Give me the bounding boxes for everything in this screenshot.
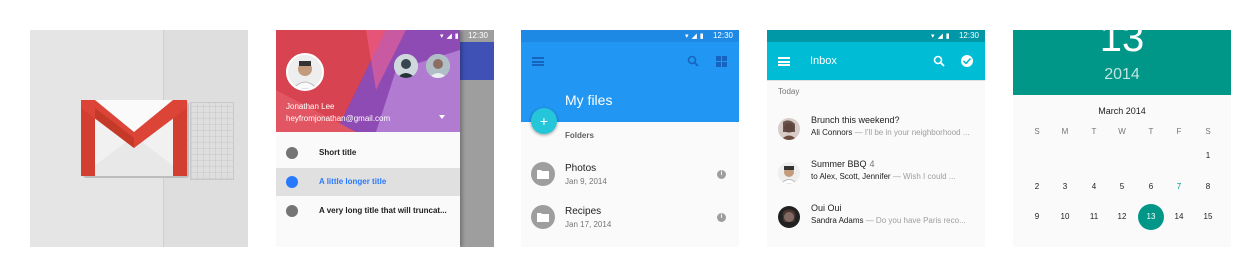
grid-view-icon[interactable] [716, 56, 727, 67]
weekday-label: F [1176, 127, 1182, 136]
day-cell[interactable]: 6 [1141, 177, 1161, 197]
drawer-item-label: Short title [319, 148, 357, 157]
weekday-label: S [1205, 127, 1211, 136]
drawer-item-selected[interactable]: A little longer title [276, 168, 460, 196]
page-title: Inbox [810, 55, 837, 67]
day-cell-selected[interactable]: 13 [1138, 204, 1164, 230]
day-cell[interactable]: 9 [1027, 207, 1047, 227]
date-picker-header: 13 2014 [1013, 30, 1231, 95]
status-bar: ▾◢▮ 12:30 [767, 30, 985, 42]
navigation-drawer-panel: ▾◢▮ 12:30 Jonathan Lee heyfromjonathan@g… [276, 30, 494, 247]
status-time: 12:30 [958, 31, 979, 40]
folder-icon [531, 205, 555, 229]
check-icon[interactable] [961, 55, 973, 67]
divider [767, 80, 985, 81]
day-cell[interactable]: 12 [1112, 207, 1132, 227]
page-title: My files [565, 92, 613, 108]
message-subject: Oui Oui [811, 203, 842, 213]
day-cell[interactable]: 7 [1169, 177, 1189, 197]
day-cell[interactable]: 1 [1198, 146, 1218, 166]
weekday-label: S [1034, 127, 1040, 136]
avatar [778, 206, 800, 228]
drawer-item-label: A little longer title [319, 177, 387, 186]
weekday-label: M [1061, 127, 1069, 136]
day-cell[interactable]: 11 [1084, 207, 1104, 227]
day-cell[interactable]: 14 [1169, 207, 1189, 227]
date-picker-panel: 13 2014 March 2014 S M T W T F S 1 2 3 4 5 6 7 8 9 10 11 1… [1013, 30, 1231, 247]
app-bar: Inbox [767, 42, 985, 80]
day-cell[interactable]: 2 [1027, 177, 1047, 197]
search-icon[interactable] [933, 55, 945, 67]
selected-year[interactable]: 2014 [1013, 66, 1231, 84]
status-time: 12:30 [467, 31, 488, 40]
status-icons: ▾◢▮ [930, 32, 953, 40]
day-cell[interactable]: 8 [1198, 177, 1218, 197]
account-dropdown-icon[interactable] [439, 115, 445, 119]
weekday-label: T [1148, 127, 1154, 136]
account-avatar[interactable] [286, 53, 324, 91]
account-switch-avatar[interactable] [394, 54, 418, 78]
section-header: Folders [565, 131, 594, 140]
status-time: 12:30 [712, 31, 733, 40]
circle-icon [286, 147, 298, 159]
message-subject: Brunch this weekend? [811, 115, 900, 125]
selected-day[interactable]: 13 [1013, 30, 1231, 61]
folder-icon [531, 162, 555, 186]
folder-name: Recipes [565, 206, 602, 217]
drawer-item-label: A very long title that will truncat... [319, 206, 447, 215]
drawer-header: Jonathan Lee heyfromjonathan@gmail.com [276, 30, 460, 132]
list-item[interactable]: Oui Oui Sandra Adams — Do you have Paris… [767, 198, 985, 242]
list-item[interactable] [521, 242, 739, 247]
weekday-label: T [1091, 127, 1097, 136]
status-icons: ▾◢▮ [439, 32, 462, 40]
app-bar: ▾◢▮ 12:30 My files [521, 30, 739, 122]
inbox-panel: ▾◢▮ 12:30 Inbox Today Brunch this weeken… [767, 30, 985, 247]
list-item[interactable]: Brunch this weekend? Ali Connors — I'll … [767, 110, 985, 154]
account-email: heyfromjonathan@gmail.com [286, 114, 391, 123]
section-header: Today [778, 87, 800, 96]
gmail-icon [81, 100, 189, 178]
menu-icon[interactable] [532, 57, 544, 66]
message-snippet: Ali Connors — I'll be in your neighborho… [811, 128, 970, 137]
month-label: March 2014 [1098, 106, 1146, 116]
day-cell[interactable]: 15 [1198, 207, 1218, 227]
account-name: Jonathan Lee [286, 102, 335, 111]
list-item[interactable]: Summer BBQ 4 to Alex, Scott, Jennifer — W… [767, 154, 985, 198]
status-bar: ▾◢▮ 12:30 [521, 30, 739, 42]
circle-icon [286, 176, 298, 188]
navigation-drawer: Jonathan Lee heyfromjonathan@gmail.com S… [276, 30, 460, 247]
day-cell[interactable]: 4 [1084, 177, 1104, 197]
circle-icon [286, 205, 298, 217]
list-item[interactable]: Photos Jan 9, 2014 i [521, 156, 739, 196]
files-panel: ▾◢▮ 12:30 My files + Folders Photos Jan … [521, 30, 739, 247]
menu-icon[interactable] [778, 57, 790, 66]
folder-date: Jan 9, 2014 [565, 177, 607, 186]
day-cell[interactable]: 10 [1055, 207, 1075, 227]
gmail-icon-panel [30, 30, 248, 247]
info-icon[interactable]: i [717, 170, 726, 179]
status-icons: ▾◢▮ [684, 32, 707, 40]
account-switch-avatar[interactable] [426, 54, 450, 78]
drawer-item[interactable]: Short title [276, 139, 460, 167]
add-button[interactable]: + [531, 108, 557, 134]
search-icon[interactable] [687, 55, 699, 67]
info-icon[interactable]: i [717, 213, 726, 222]
message-snippet: Sandra Adams — Do you have Paris reco... [811, 216, 966, 225]
app-bar [458, 42, 494, 80]
folder-date: Jan 17, 2014 [565, 220, 612, 229]
day-cell[interactable]: 5 [1112, 177, 1132, 197]
avatar [778, 162, 800, 184]
message-subject: Summer BBQ 4 [811, 159, 875, 169]
drawer-item[interactable]: A very long title that will truncat... [276, 197, 460, 225]
avatar [778, 118, 800, 140]
status-bar: ▾◢▮ 12:30 [276, 30, 494, 42]
list-item[interactable]: Recipes Jan 17, 2014 i [521, 199, 739, 239]
weekday-label: W [1118, 127, 1126, 136]
message-snippet: to Alex, Scott, Jennifer — Wish I could … [811, 172, 956, 181]
day-cell[interactable]: 3 [1055, 177, 1075, 197]
folder-name: Photos [565, 163, 597, 174]
